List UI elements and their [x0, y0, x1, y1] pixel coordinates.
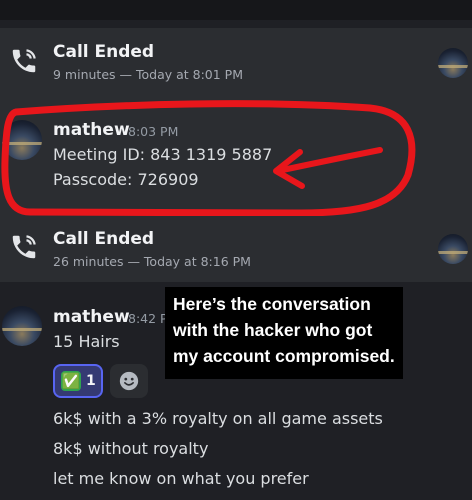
message-line: 6k$ with a 3% royalty on all game assets: [53, 409, 383, 428]
smiley-icon: [119, 371, 139, 391]
message-line: let me know on what you prefer: [53, 469, 309, 488]
avatar[interactable]: [438, 234, 468, 264]
call-title: Call Ended: [53, 229, 155, 249]
reaction-count: 1: [86, 373, 96, 389]
check-emoji: ✅: [61, 371, 81, 391]
add-reaction-button[interactable]: [110, 364, 148, 398]
call-ended-row: Call Ended 26 minutes — Today at 8:16 PM: [0, 216, 472, 282]
message-timestamp: 8:42 P: [128, 311, 168, 326]
call-duration: 26 minutes — Today at 8:16 PM: [53, 254, 251, 269]
phone-icon: [12, 235, 36, 259]
reaction-check[interactable]: ✅ 1: [53, 364, 103, 398]
message-line: 15 Hairs: [53, 332, 120, 351]
author-name[interactable]: mathew: [53, 307, 130, 327]
avatar[interactable]: [2, 306, 42, 346]
story-caption: Here’s the conversation with the hacker …: [165, 287, 403, 379]
message-line: 8k$ without royalty: [53, 439, 209, 458]
